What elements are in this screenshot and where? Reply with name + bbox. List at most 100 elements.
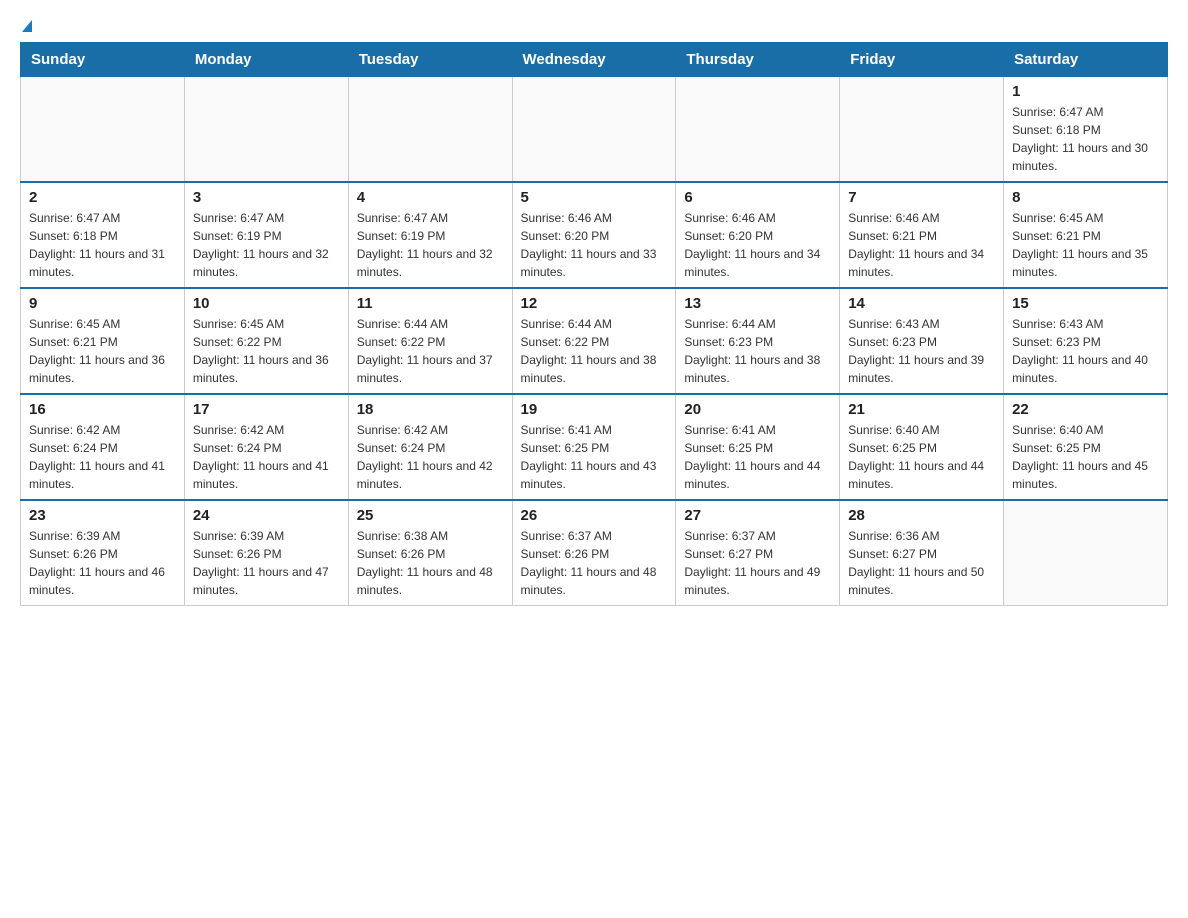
week-row-1: 1 Sunrise: 6:47 AM Sunset: 6:18 PM Daylig… [21,77,1168,183]
calendar-cell: 9 Sunrise: 6:45 AM Sunset: 6:21 PM Daylig… [21,288,185,394]
day-number: 9 [29,295,176,312]
page-header [20,20,1168,32]
weekday-header-row: SundayMondayTuesdayWednesdayThursdayFrid… [21,43,1168,77]
calendar-cell: 19 Sunrise: 6:41 AM Sunset: 6:25 PM Dayli… [512,394,676,500]
day-number: 17 [193,401,340,418]
calendar-cell: 8 Sunrise: 6:45 AM Sunset: 6:21 PM Daylig… [1004,182,1168,288]
day-number: 10 [193,295,340,312]
calendar-cell: 22 Sunrise: 6:40 AM Sunset: 6:25 PM Dayli… [1004,394,1168,500]
weekday-header-friday: Friday [840,43,1004,77]
week-row-2: 2 Sunrise: 6:47 AM Sunset: 6:18 PM Daylig… [21,182,1168,288]
day-number: 19 [521,401,668,418]
calendar-cell [840,77,1004,183]
day-number: 1 [1012,83,1159,100]
weekday-header-saturday: Saturday [1004,43,1168,77]
day-number: 13 [684,295,831,312]
day-number: 22 [1012,401,1159,418]
day-info: Sunrise: 6:45 AM Sunset: 6:21 PM Dayligh… [1012,209,1159,281]
day-number: 26 [521,507,668,524]
calendar-table: SundayMondayTuesdayWednesdayThursdayFrid… [20,42,1168,606]
day-number: 24 [193,507,340,524]
calendar-cell: 1 Sunrise: 6:47 AM Sunset: 6:18 PM Daylig… [1004,77,1168,183]
calendar-cell: 6 Sunrise: 6:46 AM Sunset: 6:20 PM Daylig… [676,182,840,288]
day-info: Sunrise: 6:45 AM Sunset: 6:22 PM Dayligh… [193,315,340,387]
calendar-cell: 10 Sunrise: 6:45 AM Sunset: 6:22 PM Dayli… [184,288,348,394]
weekday-header-wednesday: Wednesday [512,43,676,77]
day-info: Sunrise: 6:40 AM Sunset: 6:25 PM Dayligh… [848,421,995,493]
day-number: 14 [848,295,995,312]
calendar-cell [512,77,676,183]
day-info: Sunrise: 6:42 AM Sunset: 6:24 PM Dayligh… [193,421,340,493]
day-info: Sunrise: 6:47 AM Sunset: 6:19 PM Dayligh… [357,209,504,281]
calendar-cell [21,77,185,183]
day-info: Sunrise: 6:47 AM Sunset: 6:18 PM Dayligh… [1012,103,1159,175]
calendar-cell: 12 Sunrise: 6:44 AM Sunset: 6:22 PM Dayli… [512,288,676,394]
day-info: Sunrise: 6:39 AM Sunset: 6:26 PM Dayligh… [193,527,340,599]
week-row-4: 16 Sunrise: 6:42 AM Sunset: 6:24 PM Dayli… [21,394,1168,500]
day-number: 28 [848,507,995,524]
day-info: Sunrise: 6:46 AM Sunset: 6:21 PM Dayligh… [848,209,995,281]
day-info: Sunrise: 6:43 AM Sunset: 6:23 PM Dayligh… [1012,315,1159,387]
calendar-cell [676,77,840,183]
calendar-cell: 5 Sunrise: 6:46 AM Sunset: 6:20 PM Daylig… [512,182,676,288]
calendar-cell: 13 Sunrise: 6:44 AM Sunset: 6:23 PM Dayli… [676,288,840,394]
day-info: Sunrise: 6:37 AM Sunset: 6:27 PM Dayligh… [684,527,831,599]
calendar-cell: 21 Sunrise: 6:40 AM Sunset: 6:25 PM Dayli… [840,394,1004,500]
day-info: Sunrise: 6:44 AM Sunset: 6:23 PM Dayligh… [684,315,831,387]
weekday-header-tuesday: Tuesday [348,43,512,77]
day-number: 7 [848,189,995,206]
day-number: 16 [29,401,176,418]
day-number: 20 [684,401,831,418]
day-info: Sunrise: 6:39 AM Sunset: 6:26 PM Dayligh… [29,527,176,599]
day-info: Sunrise: 6:44 AM Sunset: 6:22 PM Dayligh… [521,315,668,387]
weekday-header-thursday: Thursday [676,43,840,77]
day-number: 5 [521,189,668,206]
calendar-cell [1004,500,1168,606]
calendar-cell: 4 Sunrise: 6:47 AM Sunset: 6:19 PM Daylig… [348,182,512,288]
calendar-cell: 11 Sunrise: 6:44 AM Sunset: 6:22 PM Dayli… [348,288,512,394]
day-info: Sunrise: 6:44 AM Sunset: 6:22 PM Dayligh… [357,315,504,387]
day-info: Sunrise: 6:43 AM Sunset: 6:23 PM Dayligh… [848,315,995,387]
calendar-cell: 3 Sunrise: 6:47 AM Sunset: 6:19 PM Daylig… [184,182,348,288]
day-info: Sunrise: 6:46 AM Sunset: 6:20 PM Dayligh… [521,209,668,281]
day-number: 8 [1012,189,1159,206]
calendar-cell: 14 Sunrise: 6:43 AM Sunset: 6:23 PM Dayli… [840,288,1004,394]
calendar-cell: 27 Sunrise: 6:37 AM Sunset: 6:27 PM Dayli… [676,500,840,606]
day-number: 4 [357,189,504,206]
day-info: Sunrise: 6:41 AM Sunset: 6:25 PM Dayligh… [684,421,831,493]
day-number: 23 [29,507,176,524]
calendar-cell: 26 Sunrise: 6:37 AM Sunset: 6:26 PM Dayli… [512,500,676,606]
day-number: 18 [357,401,504,418]
day-number: 11 [357,295,504,312]
week-row-3: 9 Sunrise: 6:45 AM Sunset: 6:21 PM Daylig… [21,288,1168,394]
week-row-5: 23 Sunrise: 6:39 AM Sunset: 6:26 PM Dayli… [21,500,1168,606]
logo [20,20,32,32]
day-number: 3 [193,189,340,206]
day-number: 2 [29,189,176,206]
day-info: Sunrise: 6:37 AM Sunset: 6:26 PM Dayligh… [521,527,668,599]
day-info: Sunrise: 6:36 AM Sunset: 6:27 PM Dayligh… [848,527,995,599]
day-info: Sunrise: 6:45 AM Sunset: 6:21 PM Dayligh… [29,315,176,387]
calendar-cell: 2 Sunrise: 6:47 AM Sunset: 6:18 PM Daylig… [21,182,185,288]
day-info: Sunrise: 6:47 AM Sunset: 6:19 PM Dayligh… [193,209,340,281]
day-info: Sunrise: 6:40 AM Sunset: 6:25 PM Dayligh… [1012,421,1159,493]
day-info: Sunrise: 6:46 AM Sunset: 6:20 PM Dayligh… [684,209,831,281]
calendar-cell [184,77,348,183]
calendar-cell [348,77,512,183]
calendar-cell: 28 Sunrise: 6:36 AM Sunset: 6:27 PM Dayli… [840,500,1004,606]
day-number: 21 [848,401,995,418]
logo-triangle-icon [22,20,32,32]
day-number: 27 [684,507,831,524]
day-info: Sunrise: 6:42 AM Sunset: 6:24 PM Dayligh… [29,421,176,493]
day-number: 15 [1012,295,1159,312]
day-number: 6 [684,189,831,206]
day-info: Sunrise: 6:47 AM Sunset: 6:18 PM Dayligh… [29,209,176,281]
day-info: Sunrise: 6:41 AM Sunset: 6:25 PM Dayligh… [521,421,668,493]
calendar-cell: 20 Sunrise: 6:41 AM Sunset: 6:25 PM Dayli… [676,394,840,500]
calendar-cell: 24 Sunrise: 6:39 AM Sunset: 6:26 PM Dayli… [184,500,348,606]
day-number: 12 [521,295,668,312]
weekday-header-sunday: Sunday [21,43,185,77]
calendar-cell: 25Sunrise: 6:38 AM Sunset: 6:26 PM Dayli… [348,500,512,606]
calendar-cell: 18Sunrise: 6:42 AM Sunset: 6:24 PM Dayli… [348,394,512,500]
weekday-header-monday: Monday [184,43,348,77]
